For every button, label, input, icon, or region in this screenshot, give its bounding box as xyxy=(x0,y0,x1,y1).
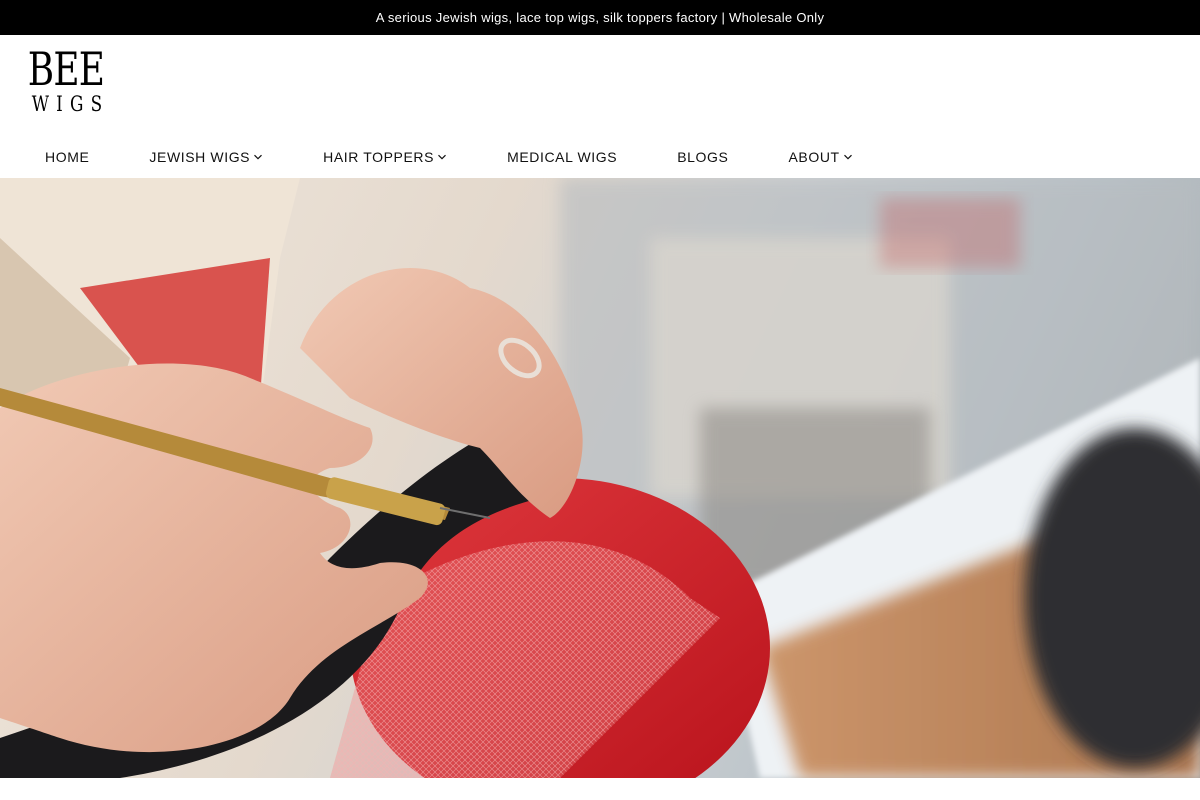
hero-banner-image[interactable] xyxy=(0,178,1200,778)
chevron-down-icon xyxy=(253,152,263,162)
nav-item-about[interactable]: ABOUT xyxy=(788,149,872,165)
nav-label: HOME xyxy=(45,149,90,165)
nav-item-medical-wigs[interactable]: MEDICAL WIGS xyxy=(507,149,637,165)
nav-item-home[interactable]: HOME xyxy=(25,149,109,165)
chevron-down-icon xyxy=(437,152,447,162)
hero-illustration xyxy=(0,178,1200,778)
announcement-text: A serious Jewish wigs, lace top wigs, si… xyxy=(375,10,825,25)
nav-label: ABOUT xyxy=(788,149,840,165)
site-header: BEE WIGS HOME JEWISH WIGS HAIR TOPPERS M… xyxy=(0,35,1200,178)
nav-item-blogs[interactable]: BLOGS xyxy=(677,149,748,165)
logo-line-2: WIGS xyxy=(31,92,110,116)
chevron-down-icon xyxy=(843,152,853,162)
nav-label: JEWISH WIGS xyxy=(149,149,251,165)
site-logo[interactable]: BEE WIGS xyxy=(26,42,106,123)
nav-label: HAIR TOPPERS xyxy=(323,149,435,165)
nav-label: BLOGS xyxy=(677,149,729,165)
nav-label: MEDICAL WIGS xyxy=(507,149,618,165)
main-nav: HOME JEWISH WIGS HAIR TOPPERS MEDICAL WI… xyxy=(25,144,913,170)
nav-item-jewish-wigs[interactable]: JEWISH WIGS xyxy=(149,149,283,165)
logo-line-1: BEE xyxy=(27,42,105,96)
announcement-bar: A serious Jewish wigs, lace top wigs, si… xyxy=(0,0,1200,35)
nav-item-hair-toppers[interactable]: HAIR TOPPERS xyxy=(323,149,467,165)
